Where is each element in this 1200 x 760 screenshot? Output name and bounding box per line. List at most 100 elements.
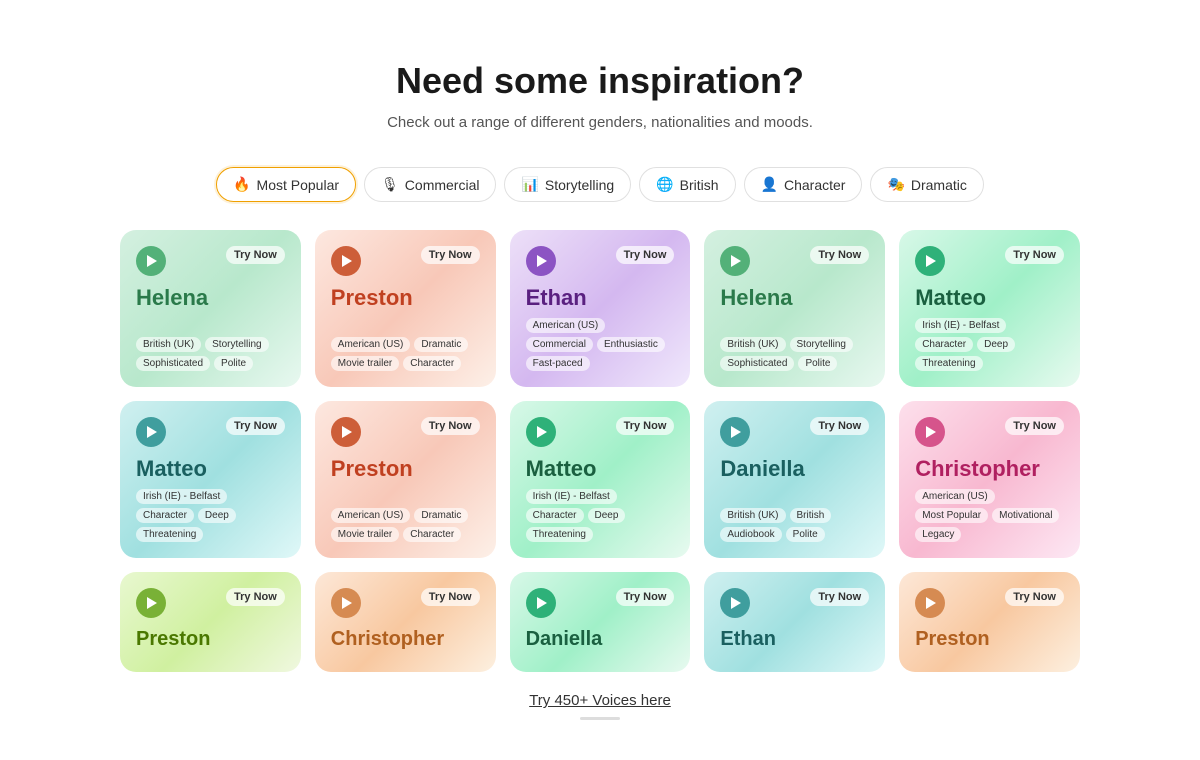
tag: Character: [915, 337, 973, 352]
voice-card[interactable]: Try Now Matteo Irish (IE) - BelfastCharact…: [510, 401, 691, 558]
voice-card[interactable]: Try NowEthan: [704, 572, 885, 672]
tag: Threatening: [915, 356, 982, 371]
filter-character[interactable]: 👤 Character: [744, 167, 863, 202]
play-button[interactable]: [526, 417, 556, 447]
play-arrow-icon: [731, 426, 741, 438]
globe-icon: 🌐: [656, 176, 673, 193]
tags-row: Irish (IE) - BelfastCharacterDeepThreate…: [526, 489, 675, 542]
tag: Commercial: [526, 337, 593, 352]
voice-name: Christopher: [331, 628, 480, 650]
voice-name: Matteo: [526, 457, 675, 481]
play-button[interactable]: [915, 246, 945, 276]
play-arrow-icon: [537, 597, 547, 609]
play-button[interactable]: [720, 417, 750, 447]
tags-row: American (US)Most PopularMotivationalLeg…: [915, 489, 1064, 542]
cards-grid: Try NowHelenaBritish (UK)StorytellingSop…: [120, 230, 1080, 672]
play-button[interactable]: [331, 588, 361, 618]
voice-card[interactable]: Try NowPreston: [120, 572, 301, 672]
try-now-badge[interactable]: Try Now: [1005, 417, 1064, 435]
filter-dramatic[interactable]: 🎭 Dramatic: [870, 167, 983, 202]
try-now-badge[interactable]: Try Now: [810, 246, 869, 264]
card-header: Try Now: [720, 588, 869, 618]
play-button[interactable]: [915, 588, 945, 618]
card-header: Try Now: [915, 417, 1064, 447]
voice-card[interactable]: Try NowPrestonAmerican (US)DramaticMovie…: [315, 230, 496, 387]
tag: Irish (IE) - Belfast: [526, 489, 617, 504]
card-header: Try Now: [720, 246, 869, 276]
voice-card[interactable]: Try NowHelenaBritish (UK)StorytellingSop…: [704, 230, 885, 387]
tag: Dramatic: [414, 508, 468, 523]
try-now-badge[interactable]: Try Now: [421, 588, 480, 606]
tag: American (US): [331, 337, 411, 352]
voice-card[interactable]: Try NowMatteoIrish (IE) - BelfastCharact…: [899, 230, 1080, 387]
tag: Deep: [198, 508, 236, 523]
play-button[interactable]: [136, 588, 166, 618]
page-title: Need some inspiration?: [396, 60, 804, 102]
tag: Character: [403, 527, 461, 542]
voice-card[interactable]: Try NowEthanAmerican (US)CommercialEnthu…: [510, 230, 691, 387]
filter-storytelling[interactable]: 📊 Storytelling: [504, 167, 631, 202]
voice-card[interactable]: Try NowMatteoIrish (IE) - BelfastCharact…: [120, 401, 301, 558]
voice-card[interactable]: Try NowPreston: [899, 572, 1080, 672]
voices-link[interactable]: Try 450+ Voices here: [529, 692, 671, 709]
tag: Character: [136, 508, 194, 523]
tags-row: American (US)DramaticMovie trailerCharac…: [331, 508, 480, 542]
card-header: Try Now: [915, 246, 1064, 276]
try-now-badge[interactable]: Try Now: [810, 588, 869, 606]
tag: American (US): [526, 318, 606, 333]
voice-name: Matteo: [915, 286, 1064, 310]
voice-name: Daniella: [526, 628, 675, 650]
play-button[interactable]: [720, 588, 750, 618]
voice-card[interactable]: Try Now Preston American (US)DramaticMovie…: [315, 401, 496, 558]
chart-icon: 📊: [521, 176, 538, 193]
play-button[interactable]: [915, 417, 945, 447]
play-button[interactable]: [331, 246, 361, 276]
tag: Deep: [588, 508, 626, 523]
voice-name: Preston: [331, 457, 480, 481]
card-header: Try Now: [720, 417, 869, 447]
voice-name: Daniella: [720, 457, 869, 481]
tag: Sophisticated: [136, 356, 210, 371]
play-arrow-icon: [731, 255, 741, 267]
play-arrow-icon: [731, 597, 741, 609]
filter-commercial[interactable]: 🎙 Commercial: [364, 167, 496, 202]
tag: Deep: [977, 337, 1015, 352]
voice-card[interactable]: Try Now Daniella: [510, 572, 691, 672]
try-now-badge[interactable]: Try Now: [421, 417, 480, 435]
try-now-badge[interactable]: Try Now: [1005, 246, 1064, 264]
play-button[interactable]: [526, 588, 556, 618]
tag: Fast-paced: [526, 356, 590, 371]
voice-card[interactable]: Try Now Christopher: [315, 572, 496, 672]
try-now-badge[interactable]: Try Now: [226, 588, 285, 606]
play-arrow-icon: [342, 597, 352, 609]
try-now-badge[interactable]: Try Now: [226, 246, 285, 264]
tag: Threatening: [526, 527, 593, 542]
try-now-badge[interactable]: Try Now: [616, 588, 675, 606]
play-button[interactable]: [136, 417, 166, 447]
try-now-badge[interactable]: Try Now: [226, 417, 285, 435]
play-button[interactable]: [526, 246, 556, 276]
voice-card[interactable]: Try Now Daniella British (UK)BritishAudiob…: [704, 401, 885, 558]
voice-card[interactable]: Try NowChristopherAmerican (US)Most Popu…: [899, 401, 1080, 558]
play-button[interactable]: [136, 246, 166, 276]
tag: British (UK): [136, 337, 201, 352]
try-now-badge[interactable]: Try Now: [616, 417, 675, 435]
voice-card[interactable]: Try NowHelenaBritish (UK)StorytellingSop…: [120, 230, 301, 387]
tags-row: British (UK)BritishAudiobookPolite: [720, 508, 869, 542]
try-now-badge[interactable]: Try Now: [421, 246, 480, 264]
tag: British (UK): [720, 337, 785, 352]
tag: British: [790, 508, 832, 523]
play-arrow-icon: [926, 426, 936, 438]
play-arrow-icon: [926, 255, 936, 267]
try-now-badge[interactable]: Try Now: [810, 417, 869, 435]
try-now-badge[interactable]: Try Now: [1005, 588, 1064, 606]
tag: Legacy: [915, 527, 961, 542]
try-now-badge[interactable]: Try Now: [616, 246, 675, 264]
play-button[interactable]: [720, 246, 750, 276]
fire-icon: 🔥: [233, 176, 250, 193]
filter-british[interactable]: 🌐 British: [639, 167, 735, 202]
filter-most-popular[interactable]: 🔥 Most Popular: [216, 167, 356, 202]
play-button[interactable]: [331, 417, 361, 447]
card-header: Try Now: [331, 417, 480, 447]
tags-row: British (UK)StorytellingSophisticatedPol…: [720, 337, 869, 371]
